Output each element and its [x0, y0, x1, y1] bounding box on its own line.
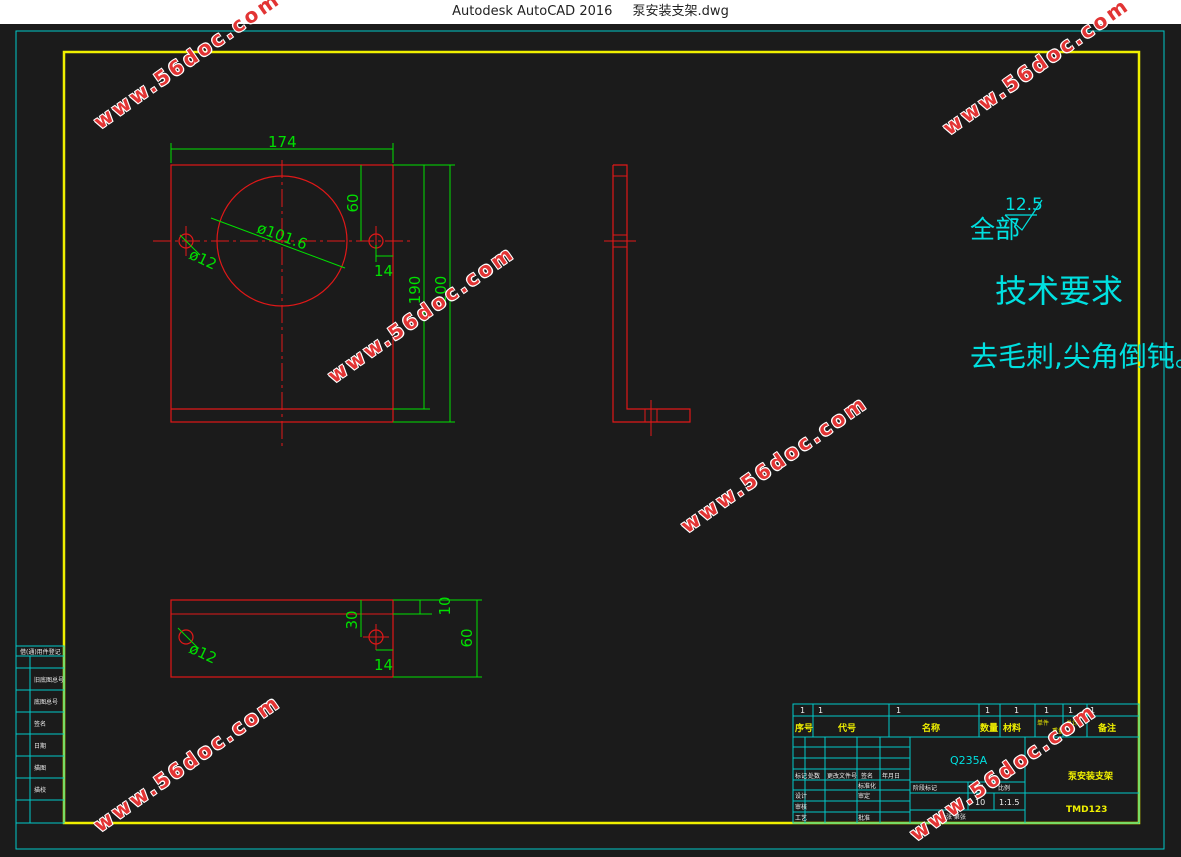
stage-label: 阶段标记: [913, 784, 937, 792]
role-label-4: 审定: [858, 792, 870, 800]
bom-header-code: 代号: [837, 722, 856, 734]
drawing-name: 泵安装支架: [1068, 770, 1113, 782]
technical-notes[interactable]: 全部 12.5 技术要求 去毛刺,尖角倒钝。: [970, 195, 1181, 373]
side-label-3: 签名: [34, 720, 46, 728]
bom-header-material: 材料: [1002, 722, 1021, 734]
role-label-1: 审核: [795, 803, 807, 811]
dim-hole-edge-text: 14: [374, 262, 393, 280]
rev-label-2: 更改文件号: [827, 772, 857, 780]
tech-title: 技术要求: [995, 272, 1123, 310]
role-label-3: 标准化: [858, 782, 876, 790]
window-title-bar: Autodesk AutoCAD 2016 泵安装支架.dwg: [0, 0, 1181, 24]
side-label-5: 描图: [34, 764, 46, 772]
drawing-number: TMD123: [1066, 805, 1107, 815]
bom-header-name: 名称: [922, 722, 940, 734]
side-bracket-outline: [612, 164, 691, 423]
rev-label-3: 签名: [861, 772, 873, 780]
side-view[interactable]: [604, 164, 691, 436]
rev-label-1: 处数: [808, 772, 820, 780]
side-label-1: 旧底图总号: [34, 676, 64, 684]
bom-index-5: 1: [1044, 706, 1049, 715]
bom-header-qty: 数量: [980, 722, 998, 734]
side-label-6: 描校: [34, 786, 46, 794]
dim-b-offset-text: 30: [343, 610, 361, 629]
rev-label-4: 年月日: [882, 772, 900, 780]
dim-b-depth-text: 60: [458, 628, 476, 647]
side-label-4: 日期: [34, 742, 46, 750]
front-view[interactable]: 174 ø101.6 ø12 60 14 190 200: [153, 133, 455, 450]
roughness-value: 12.5: [1005, 195, 1043, 215]
role-label-5: 批准: [858, 814, 870, 822]
bom-index-1: 1: [818, 706, 823, 715]
bom-index-3: 1: [985, 706, 990, 715]
file-name: 泵安装支架.dwg: [632, 4, 729, 19]
bom-index-0: 1: [800, 706, 805, 715]
drawing-canvas[interactable]: 174 ø101.6 ø12 60 14 190 200 ø12 30 14 1…: [0, 24, 1181, 857]
side-label-2: 底图总号: [34, 698, 58, 706]
bottom-view[interactable]: ø12 30 14 10 60: [170, 596, 482, 678]
bom-index-4: 1: [1014, 706, 1019, 715]
tech-body: 去毛刺,尖角倒钝。: [970, 340, 1181, 373]
dim-b-thickness-text: 10: [436, 596, 454, 615]
bom-header-remark: 备注: [1097, 722, 1116, 734]
dim-width-text: 174: [268, 133, 297, 151]
side-label-0: 借(通)用件登记: [20, 648, 61, 656]
dim-b-edge-text: 14: [374, 656, 393, 674]
rev-label-0: 标记: [795, 772, 807, 780]
bom-index-2: 1: [896, 706, 901, 715]
material-spec: Q235A: [950, 754, 988, 767]
side-registration-block[interactable]: [15, 645, 65, 824]
dim-offset-v-text: 60: [344, 193, 362, 212]
roughness-prefix: 全部: [970, 215, 1020, 244]
dim-b-hole-text: ø12: [186, 639, 219, 667]
role-label-0: 设计: [795, 792, 807, 800]
inner-frame: [62, 50, 1141, 825]
dim-hole-text: ø12: [186, 245, 219, 273]
role-label-2: 工艺: [795, 814, 807, 822]
app-title: Autodesk AutoCAD 2016: [452, 4, 613, 19]
bottom-left-hole: [178, 629, 194, 645]
drawing-scale: 1:1.5: [999, 798, 1020, 807]
bom-header-seq: 序号: [795, 722, 813, 734]
